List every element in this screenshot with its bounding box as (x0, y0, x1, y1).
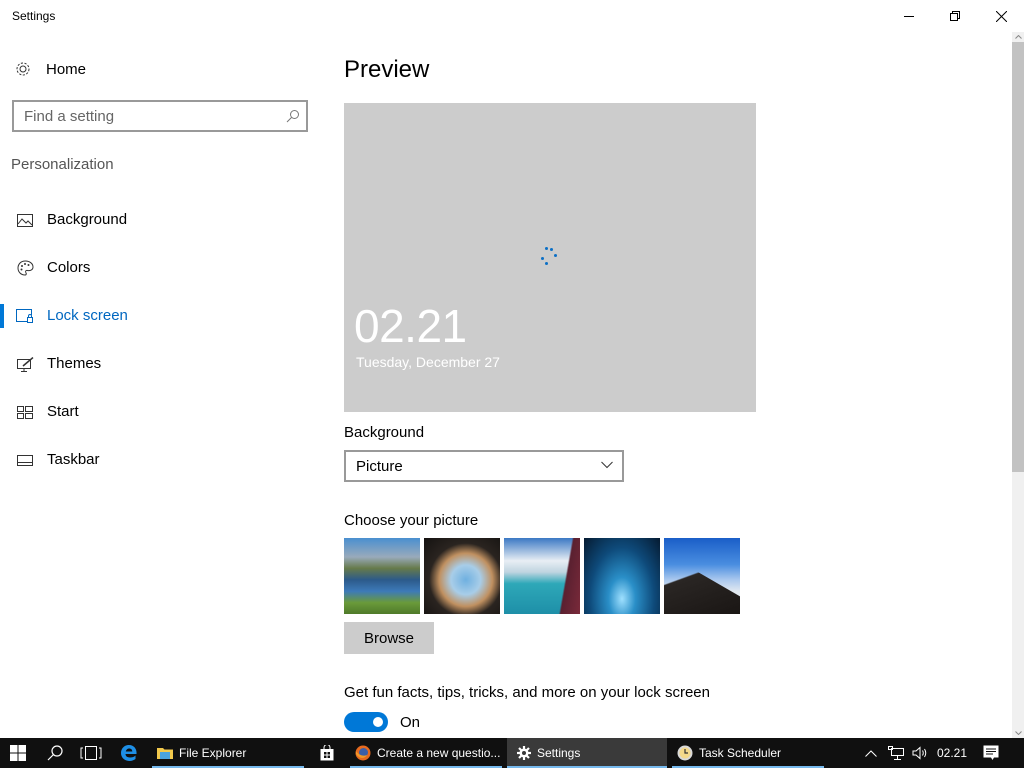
volume-icon (912, 746, 927, 760)
picture-thumbnail-ice-cave[interactable] (584, 538, 660, 614)
taskbar-clock[interactable]: 02.21 (937, 746, 967, 760)
background-label: Background (344, 424, 425, 441)
clock-icon (677, 745, 693, 761)
task-view-icon (80, 746, 102, 760)
sidebar-item-label: Themes (47, 355, 102, 372)
gear-icon (517, 746, 531, 760)
background-dropdown-value: Picture (356, 457, 403, 475)
picture-thumbnail-lake[interactable] (344, 538, 420, 614)
sidebar-item-label: Background (47, 211, 128, 228)
background-dropdown[interactable]: Picture (344, 450, 624, 482)
taskbar-app-file-explorer[interactable]: File Explorer (152, 738, 304, 768)
sidebar-item-label: Colors (47, 259, 91, 276)
chevron-down-icon (1014, 731, 1022, 735)
task-view-button[interactable] (74, 738, 108, 768)
restore-button[interactable] (932, 0, 978, 32)
sidebar-item-lock-screen[interactable]: Lock screen (0, 292, 320, 340)
taskbar-app-label: Settings (537, 746, 581, 760)
picture-icon (16, 212, 34, 228)
windows-logo-icon (10, 745, 26, 761)
search-icon[interactable] (286, 109, 300, 123)
title-bar: Settings (0, 0, 1024, 32)
scrollbar-thumb[interactable] (1012, 42, 1024, 472)
tips-toggle[interactable] (344, 712, 388, 732)
sidebar-item-label: Lock screen (47, 307, 128, 324)
sidebar-item-taskbar[interactable]: Taskbar (0, 436, 320, 484)
main-content: Preview 02.21 Tuesday, December 27 Backg… (344, 32, 1004, 738)
action-center-icon (983, 745, 999, 760)
scroll-up-button[interactable] (1012, 32, 1024, 42)
search-icon (47, 745, 63, 761)
page-title: Preview (344, 56, 430, 83)
start-icon (16, 404, 34, 420)
close-icon (995, 10, 1007, 22)
tips-toggle-row: On (344, 711, 420, 733)
chevron-up-icon (1014, 35, 1022, 39)
loading-spinner-icon (537, 246, 561, 270)
browse-button[interactable]: Browse (344, 622, 434, 654)
taskbar-app-settings[interactable]: Settings (507, 738, 667, 768)
taskbar-app-firefox[interactable]: Create a new questio... (350, 738, 502, 768)
sidebar-item-start[interactable]: Start (0, 388, 320, 436)
minimize-button[interactable] (886, 0, 932, 32)
firefox-icon (355, 745, 371, 761)
lock-screen-icon (16, 308, 34, 324)
taskbar-app-label: Task Scheduler (699, 746, 782, 760)
chevron-up-icon (865, 749, 877, 757)
store-button[interactable] (310, 738, 344, 768)
sidebar-item-background[interactable]: Background (0, 196, 320, 244)
preview-time: 02.21 (354, 300, 467, 352)
palette-icon (16, 260, 34, 276)
scroll-down-button[interactable] (1012, 728, 1024, 738)
sidebar-nav: Background Colors Lock screen Themes Sta… (0, 196, 320, 484)
sidebar-item-themes[interactable]: Themes (0, 340, 320, 388)
taskbar-app-label: Create a new questio... (377, 746, 501, 760)
show-hidden-icons-button[interactable] (862, 738, 880, 768)
picture-thumbnail-hill-clouds[interactable] (664, 538, 740, 614)
folder-icon (157, 748, 173, 759)
action-center-toggle[interactable] (978, 738, 1004, 768)
window-title: Settings (12, 9, 56, 23)
edge-icon (121, 745, 137, 761)
taskbar-app-label: File Explorer (179, 746, 247, 760)
lock-screen-preview: 02.21 Tuesday, December 27 (344, 103, 756, 412)
search-input[interactable] (24, 107, 274, 125)
edge-button[interactable] (112, 738, 146, 768)
taskbar-icon (16, 452, 34, 468)
section-label: Personalization (11, 156, 114, 173)
sidebar: Home Personalization Background Colors L… (0, 32, 320, 738)
picture-thumbnail-aerial-sea[interactable] (504, 538, 580, 614)
volume-button[interactable] (910, 738, 930, 768)
themes-icon (16, 356, 34, 372)
minimize-icon (904, 16, 914, 17)
preview-date: Tuesday, December 27 (356, 354, 500, 370)
gear-icon (16, 62, 30, 76)
network-button[interactable] (886, 738, 906, 768)
close-button[interactable] (978, 0, 1024, 32)
sidebar-item-colors[interactable]: Colors (0, 244, 320, 292)
scrollbar[interactable] (1012, 32, 1024, 738)
chevron-down-icon (601, 461, 613, 469)
picture-thumbnail-cave-beach[interactable] (424, 538, 500, 614)
sidebar-item-label: Start (47, 403, 79, 420)
taskbar: File Explorer Create a new questio... Se… (0, 738, 1024, 768)
taskbar-app-task-scheduler[interactable]: Task Scheduler (672, 738, 824, 768)
restore-icon (950, 11, 960, 21)
choose-picture-label: Choose your picture (344, 512, 479, 529)
network-icon (888, 746, 904, 760)
sidebar-item-label: Taskbar (47, 451, 100, 468)
search-box[interactable] (12, 100, 308, 132)
home-link[interactable]: Home (14, 58, 86, 80)
search-button[interactable] (38, 738, 72, 768)
store-icon (320, 745, 334, 761)
start-button[interactable] (0, 738, 36, 768)
picture-thumbnails (344, 538, 740, 614)
tips-toggle-state: On (400, 713, 421, 731)
tips-label: Get fun facts, tips, tricks, and more on… (344, 684, 710, 701)
home-label: Home (46, 60, 87, 78)
